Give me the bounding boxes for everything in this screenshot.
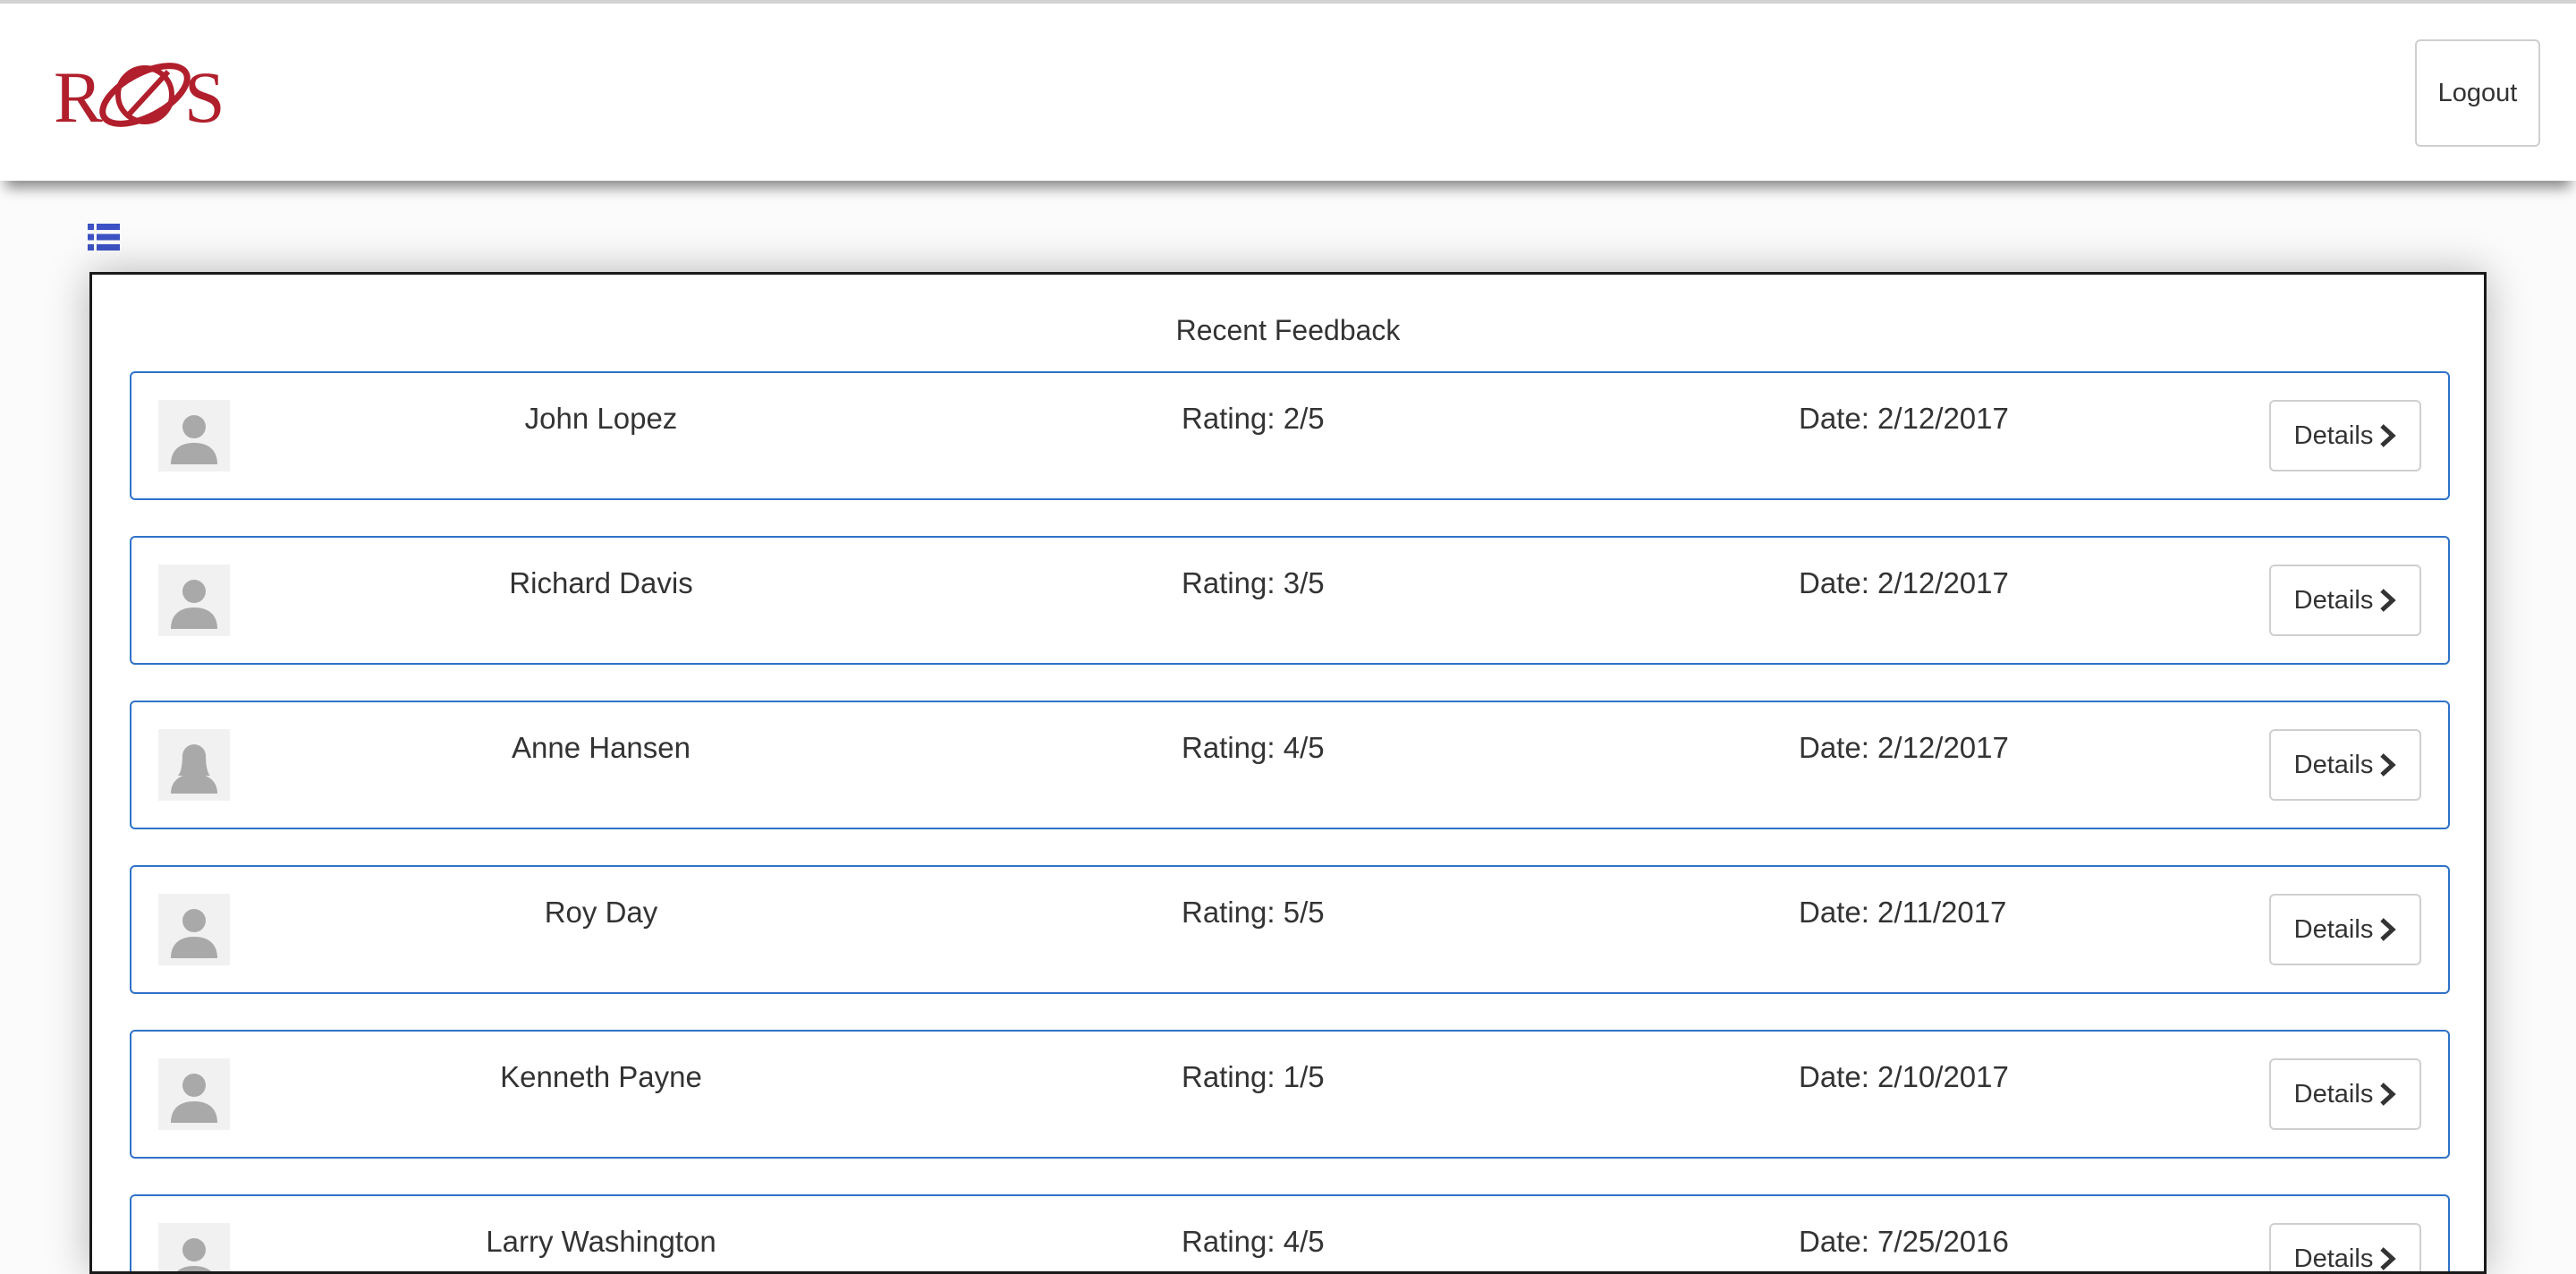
rating-value: Rating: 5/5 [1182,896,1325,929]
feedback-date: Date: 2/12/2017 [1799,566,2009,599]
feedback-row: Anne Hansen Rating: 4/5 Date: 2/12/2017 Det… [130,701,2450,829]
rating-value: Rating: 3/5 [1182,566,1325,599]
avatar-icon [158,400,230,471]
feedback-date: Date: 2/12/2017 [1799,402,2009,435]
chevron-right-icon [2380,918,2397,941]
chevron-right-icon [2380,424,2397,447]
details-label: Details [2293,1244,2374,1273]
chevron-right-icon [2380,1247,2397,1270]
rating-value: Rating: 2/5 [1182,402,1325,435]
app-header: R S Logout [0,4,2576,181]
feedback-row: Larry Washington Rating: 4/5 Date: 7/25/20… [130,1194,2450,1273]
details-button[interactable]: Details [2269,1058,2421,1130]
avatar-icon [158,565,230,636]
chevron-right-icon [2380,753,2397,777]
rating-value: Rating: 4/5 [1182,1225,1325,1258]
avatar-icon [158,1223,230,1271]
customer-name: Kenneth Payne [500,1060,702,1093]
customer-name: Anne Hansen [512,731,691,764]
details-button[interactable]: Details [2269,729,2421,801]
customer-name: Roy Day [544,896,658,929]
feedback-date: Date: 2/10/2017 [1799,1060,2009,1093]
svg-text:R: R [54,56,103,138]
logout-button[interactable]: Logout [2415,39,2540,147]
feedback-row: Roy Day Rating: 5/5 Date: 2/11/2017 Details [130,865,2450,994]
rating-value: Rating: 4/5 [1182,731,1325,764]
avatar-icon [158,894,230,965]
feedback-row: Kenneth Payne Rating: 1/5 Date: 2/10/2017 D… [130,1030,2450,1159]
details-button[interactable]: Details [2269,565,2421,636]
details-button[interactable]: Details [2269,400,2421,471]
chevron-right-icon [2380,1083,2397,1106]
details-button[interactable]: Details [2269,894,2421,965]
details-label: Details [2293,585,2374,615]
customer-name: Larry Washington [486,1225,716,1258]
feedback-panel: Recent Feedback John Lopez Rating: 2/5 Dat… [89,272,2487,1274]
details-label: Details [2293,420,2374,450]
customer-name: John Lopez [524,402,678,435]
details-label: Details [2293,914,2374,944]
avatar-icon [158,729,230,801]
svg-text:S: S [184,56,225,138]
rating-value: Rating: 1/5 [1182,1060,1325,1093]
panel-title: Recent Feedback [1175,314,1401,346]
details-label: Details [2293,750,2374,779]
customer-name: Richard Davis [509,566,693,599]
feedback-date: Date: 2/11/2017 [1799,896,2007,929]
feedback-date: Date: 2/12/2017 [1799,731,2009,764]
feedback-date: Date: 7/25/2016 [1799,1225,2009,1258]
feedback-row: Richard Davis Rating: 3/5 Date: 2/12/2017 D… [130,536,2450,665]
feedback-row: John Lopez Rating: 2/5 Date: 2/12/2017 Deta… [130,371,2450,500]
avatar-icon [158,1058,230,1130]
list-icon[interactable] [88,222,120,252]
ros-logo: R S [54,56,225,138]
details-label: Details [2293,1079,2374,1108]
details-button[interactable]: Details [2269,1223,2421,1273]
chevron-right-icon [2380,589,2397,612]
